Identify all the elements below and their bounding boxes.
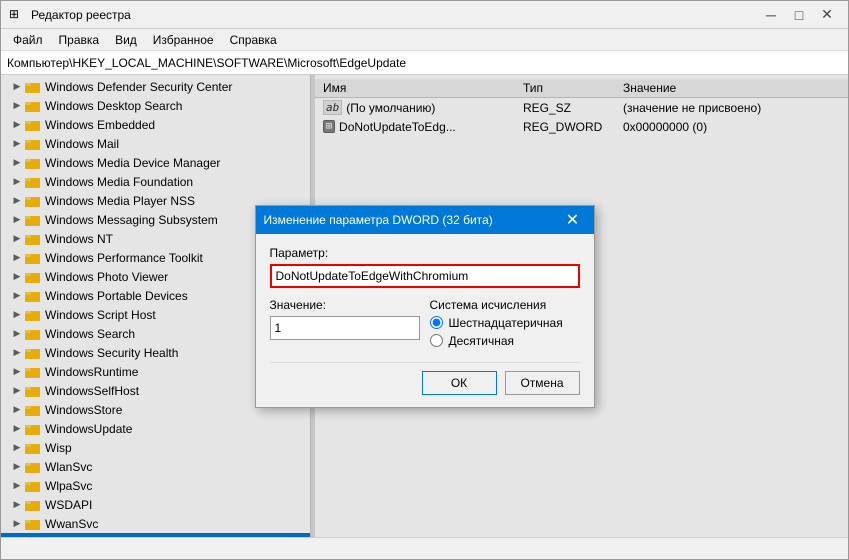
param-input[interactable] [270,264,580,288]
modal-buttons: ОК Отмена [270,362,580,395]
app-icon: ⊞ [9,7,25,23]
cancel-button[interactable]: Отмена [505,371,580,395]
statusbar [1,537,848,559]
radio-dec-input[interactable] [430,334,443,347]
radio-group: Шестнадцатеричная Десятичная [430,316,580,348]
maximize-button[interactable]: □ [786,5,812,25]
radio-hex[interactable]: Шестнадцатеричная [430,316,580,330]
radio-dec[interactable]: Десятичная [430,334,580,348]
menubar: Файл Правка Вид Избранное Справка [1,29,848,51]
modal-titlebar: Изменение параметра DWORD (32 бита) ✕ [256,206,594,234]
dword-dialog: Изменение параметра DWORD (32 бита) ✕ Па… [255,205,595,408]
menu-help[interactable]: Справка [222,31,285,49]
value-input[interactable] [270,316,420,340]
modal-close-button[interactable]: ✕ [560,210,586,230]
titlebar-buttons: ─ □ ✕ [758,5,840,25]
radio-hex-label: Шестнадцатеричная [449,316,563,330]
modal-right: Система исчисления Шестнадцатеричная Дес… [430,298,580,348]
minimize-button[interactable]: ─ [758,5,784,25]
registry-editor-window: ⊞ Редактор реестра ─ □ ✕ Файл Правка Вид… [0,0,849,560]
menu-view[interactable]: Вид [107,31,145,49]
param-label: Параметр: [270,246,580,260]
ok-button[interactable]: ОК [422,371,497,395]
value-label: Значение: [270,298,420,312]
modal-body: Параметр: Значение: Система исчисления [256,234,594,407]
menu-favorites[interactable]: Избранное [145,31,222,49]
modal-left: Значение: [270,298,420,348]
address-path: Компьютер\HKEY_LOCAL_MACHINE\SOFTWARE\Mi… [7,56,406,70]
radio-hex-input[interactable] [430,316,443,329]
menu-edit[interactable]: Правка [51,31,108,49]
close-button[interactable]: ✕ [814,5,840,25]
addressbar: Компьютер\HKEY_LOCAL_MACHINE\SOFTWARE\Mi… [1,51,848,75]
system-label: Система исчисления [430,298,580,312]
modal-row: Значение: Система исчисления Шестнадцате… [270,298,580,348]
modal-overlay: Изменение параметра DWORD (32 бита) ✕ Па… [1,75,848,537]
titlebar: ⊞ Редактор реестра ─ □ ✕ [1,1,848,29]
menu-file[interactable]: Файл [5,31,51,49]
main-area: ▶ Windows Defender Security Center ▶ Win… [1,75,848,537]
titlebar-title: Редактор реестра [31,8,758,22]
modal-title: Изменение параметра DWORD (32 бита) [264,213,560,227]
radio-dec-label: Десятичная [449,334,515,348]
